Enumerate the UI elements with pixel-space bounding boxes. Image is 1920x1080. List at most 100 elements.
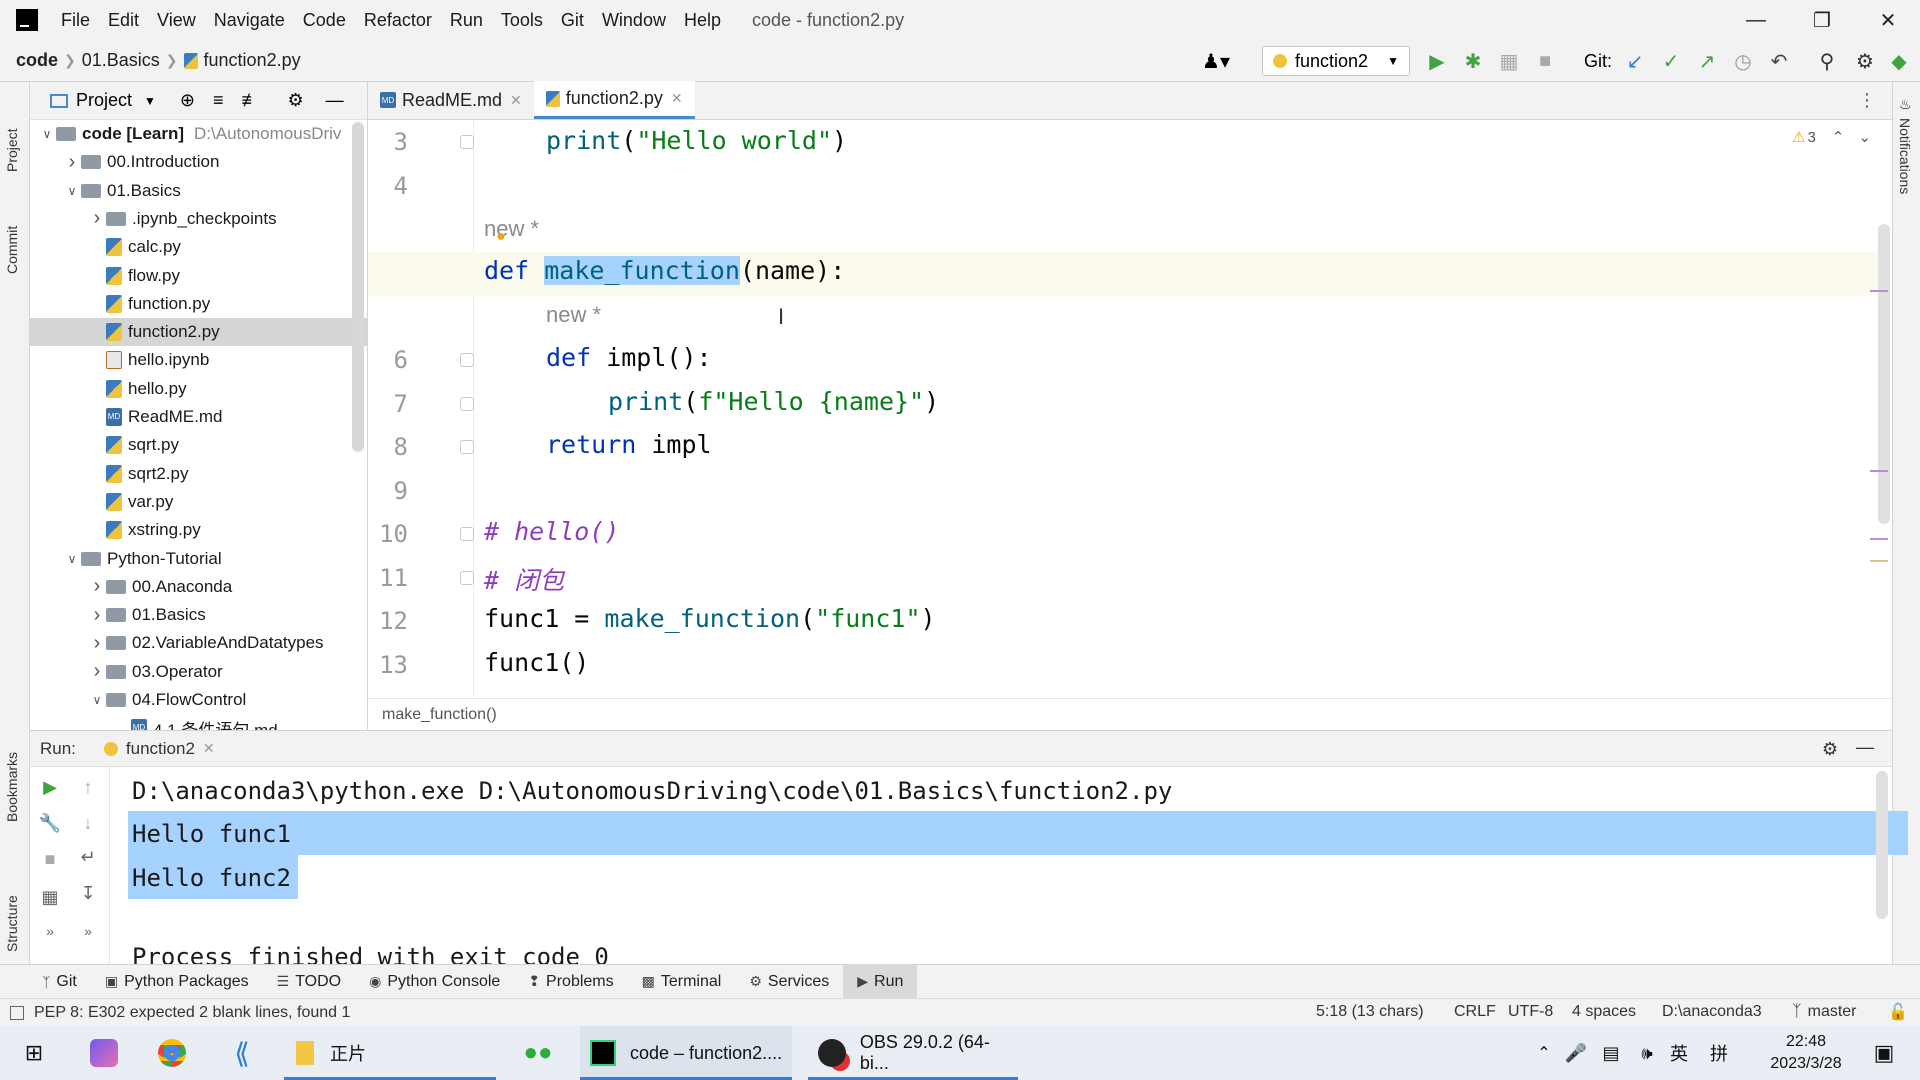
file-encoding[interactable]: UTF-8 [1508,998,1553,1026]
layout-icon[interactable]: ▦ [36,883,64,911]
restore-icon[interactable]: ❐ [1794,0,1850,40]
indent-setting[interactable]: 4 spaces [1572,998,1636,1026]
menu-window[interactable]: Window [593,10,675,31]
tree-item[interactable]: › 01.Basics [30,601,367,629]
tree-item[interactable]: function2.py [30,318,367,347]
tree-item[interactable]: MD ReadME.md [30,403,367,431]
windows-start-icon[interactable]: ⊞ [14,1026,54,1080]
gear-icon[interactable]: ⚙ [1848,40,1882,82]
status-message[interactable]: PEP 8: E302 expected 2 blank lines, foun… [34,1004,350,1022]
bell-icon[interactable]: ♨ [1899,96,1912,113]
taskbar-pycharm[interactable]: code – function2.... [580,1026,792,1080]
chevron-right-icon[interactable]: › [88,575,106,598]
search-icon[interactable]: ⚲ [1810,40,1844,82]
chevron-down-icon[interactable]: ⌄ [1858,128,1871,146]
locate-icon[interactable]: ⊕ [180,90,195,111]
tree-item[interactable]: › 02.VariableAndDatatypes [30,629,367,657]
error-stripe-marker[interactable] [1870,560,1888,562]
editor-breadcrumb[interactable]: make_function() [368,698,1892,730]
menu-refactor[interactable]: Refactor [355,10,441,31]
wrench-icon[interactable]: 🔧 [36,809,64,837]
stop-icon[interactable]: ■ [36,845,64,873]
more-icon[interactable]: » [36,917,64,945]
chevron-down-icon[interactable]: ▼ [144,94,156,108]
close-icon[interactable]: ✕ [203,740,215,757]
interpreter[interactable]: D:\anaconda3 [1662,998,1762,1026]
tool-tab-python-packages[interactable]: ▣ Python Packages [91,965,263,999]
tool-tab-python-console[interactable]: ◉ Python Console [355,965,514,999]
tree-item[interactable]: MD 4.1 条件语句.md [30,714,367,730]
fold-marker-icon[interactable] [460,440,474,454]
minimize-icon[interactable]: — [1728,0,1784,40]
tab-readme[interactable]: MD ReadME.md ✕ [368,81,534,119]
tool-tab-services[interactable]: ⚙ Services [735,965,843,999]
bookmarks-tool-tab[interactable]: Bookmarks [4,712,20,822]
taskbar-obs[interactable]: OBS 29.0.2 (64-bi... [808,1026,1018,1080]
tool-tab-git[interactable]: ᛉ Git [28,965,91,999]
tree-item[interactable]: ∨ 01.Basics [30,177,367,205]
app-icon[interactable] [84,1026,124,1080]
microphone-icon[interactable]: 🎤 [1562,1026,1590,1080]
chevron-up-icon[interactable]: ⌃ [1832,128,1845,146]
arrow-down-icon[interactable]: ↓ [74,809,102,837]
clock[interactable]: 22:48 2023/3/28 [1756,1026,1856,1080]
run-icon[interactable]: ▶ [1420,40,1454,82]
fold-marker-icon[interactable] [460,571,474,585]
panel-toggle-icon[interactable] [10,1005,24,1020]
volume-icon[interactable]: 🕪 [1630,1026,1664,1080]
tree-item[interactable]: function.py [30,290,367,318]
chevron-down-icon[interactable]: ∨ [63,552,81,566]
rerun-icon[interactable]: ▶ [36,773,64,801]
scrollbar[interactable] [352,122,364,452]
more-icon[interactable]: ⋮ [1858,90,1876,111]
git-commit-icon[interactable]: ✓ [1654,40,1688,82]
menu-edit[interactable]: Edit [99,10,148,31]
run-configuration-select[interactable]: function2 ▼ [1262,46,1410,76]
tree-item[interactable]: ∨ code [Learn] D:\AutonomousDriv [30,120,367,148]
network-icon[interactable]: ▤ [1594,1026,1628,1080]
tree-item[interactable]: › 00.Anaconda [30,573,367,601]
debug-icon[interactable]: ✱ [1456,40,1490,82]
close-icon[interactable]: ✕ [510,92,522,109]
chevron-down-icon[interactable]: ∨ [63,184,81,198]
menu-navigate[interactable]: Navigate [205,10,294,31]
caret-position[interactable]: 5:18 (13 chars) [1316,998,1424,1026]
tool-tab-terminal[interactable]: ▩ Terminal [628,965,736,999]
wechat-icon[interactable]: ●● [516,1026,560,1080]
chevron-down-icon[interactable]: ∨ [38,127,56,141]
inlay-hint-new[interactable]: new * [546,302,601,328]
commit-tool-tab[interactable]: Commit [4,194,20,274]
vscode-icon[interactable]: ⟪ [222,1026,262,1080]
more-icon[interactable]: » [74,917,102,945]
taskbar-explorer[interactable]: 正片 [284,1026,496,1080]
breadcrumb-root[interactable]: code [16,50,58,71]
inlay-hint-new[interactable]: new * [484,216,539,242]
tool-tab-problems[interactable]: ❢ Problems [514,965,627,999]
gear-icon[interactable]: ⚙ [1822,739,1838,760]
run-tab[interactable]: function2 ✕ [103,739,215,759]
tree-item[interactable]: hello.ipynb [30,346,367,374]
fold-marker-icon[interactable] [460,353,474,367]
hide-panel-icon[interactable]: — [1856,737,1874,758]
chevron-right-icon[interactable]: › [88,660,106,683]
menu-file[interactable]: File [52,10,99,31]
scrollbar[interactable] [1876,771,1888,919]
tree-item[interactable]: ∨ 04.FlowControl [30,686,367,714]
tree-item[interactable]: calc.py [30,233,367,261]
coverage-icon[interactable]: ▦ [1492,40,1526,82]
scrollbar[interactable] [1878,224,1890,524]
soft-wrap-icon[interactable]: ↵ [74,843,102,871]
hide-panel-icon[interactable]: — [326,90,344,111]
chevron-right-icon[interactable]: › [88,632,106,655]
rollback-icon[interactable]: ↶ [1762,40,1796,82]
ime-language[interactable]: 英 [1664,1026,1694,1080]
project-view-select[interactable]: Project [76,90,132,111]
expand-all-icon[interactable]: ≡ [213,90,224,111]
breadcrumb-file[interactable]: function2.py [204,50,301,71]
project-tool-tab[interactable]: Project [4,92,20,172]
stop-icon[interactable]: ■ [1528,40,1562,82]
fold-marker-icon[interactable] [460,397,474,411]
structure-tool-tab[interactable]: Structure [4,852,20,952]
error-stripe-marker[interactable] [1870,538,1888,540]
git-update-icon[interactable]: ↙ [1618,40,1652,82]
